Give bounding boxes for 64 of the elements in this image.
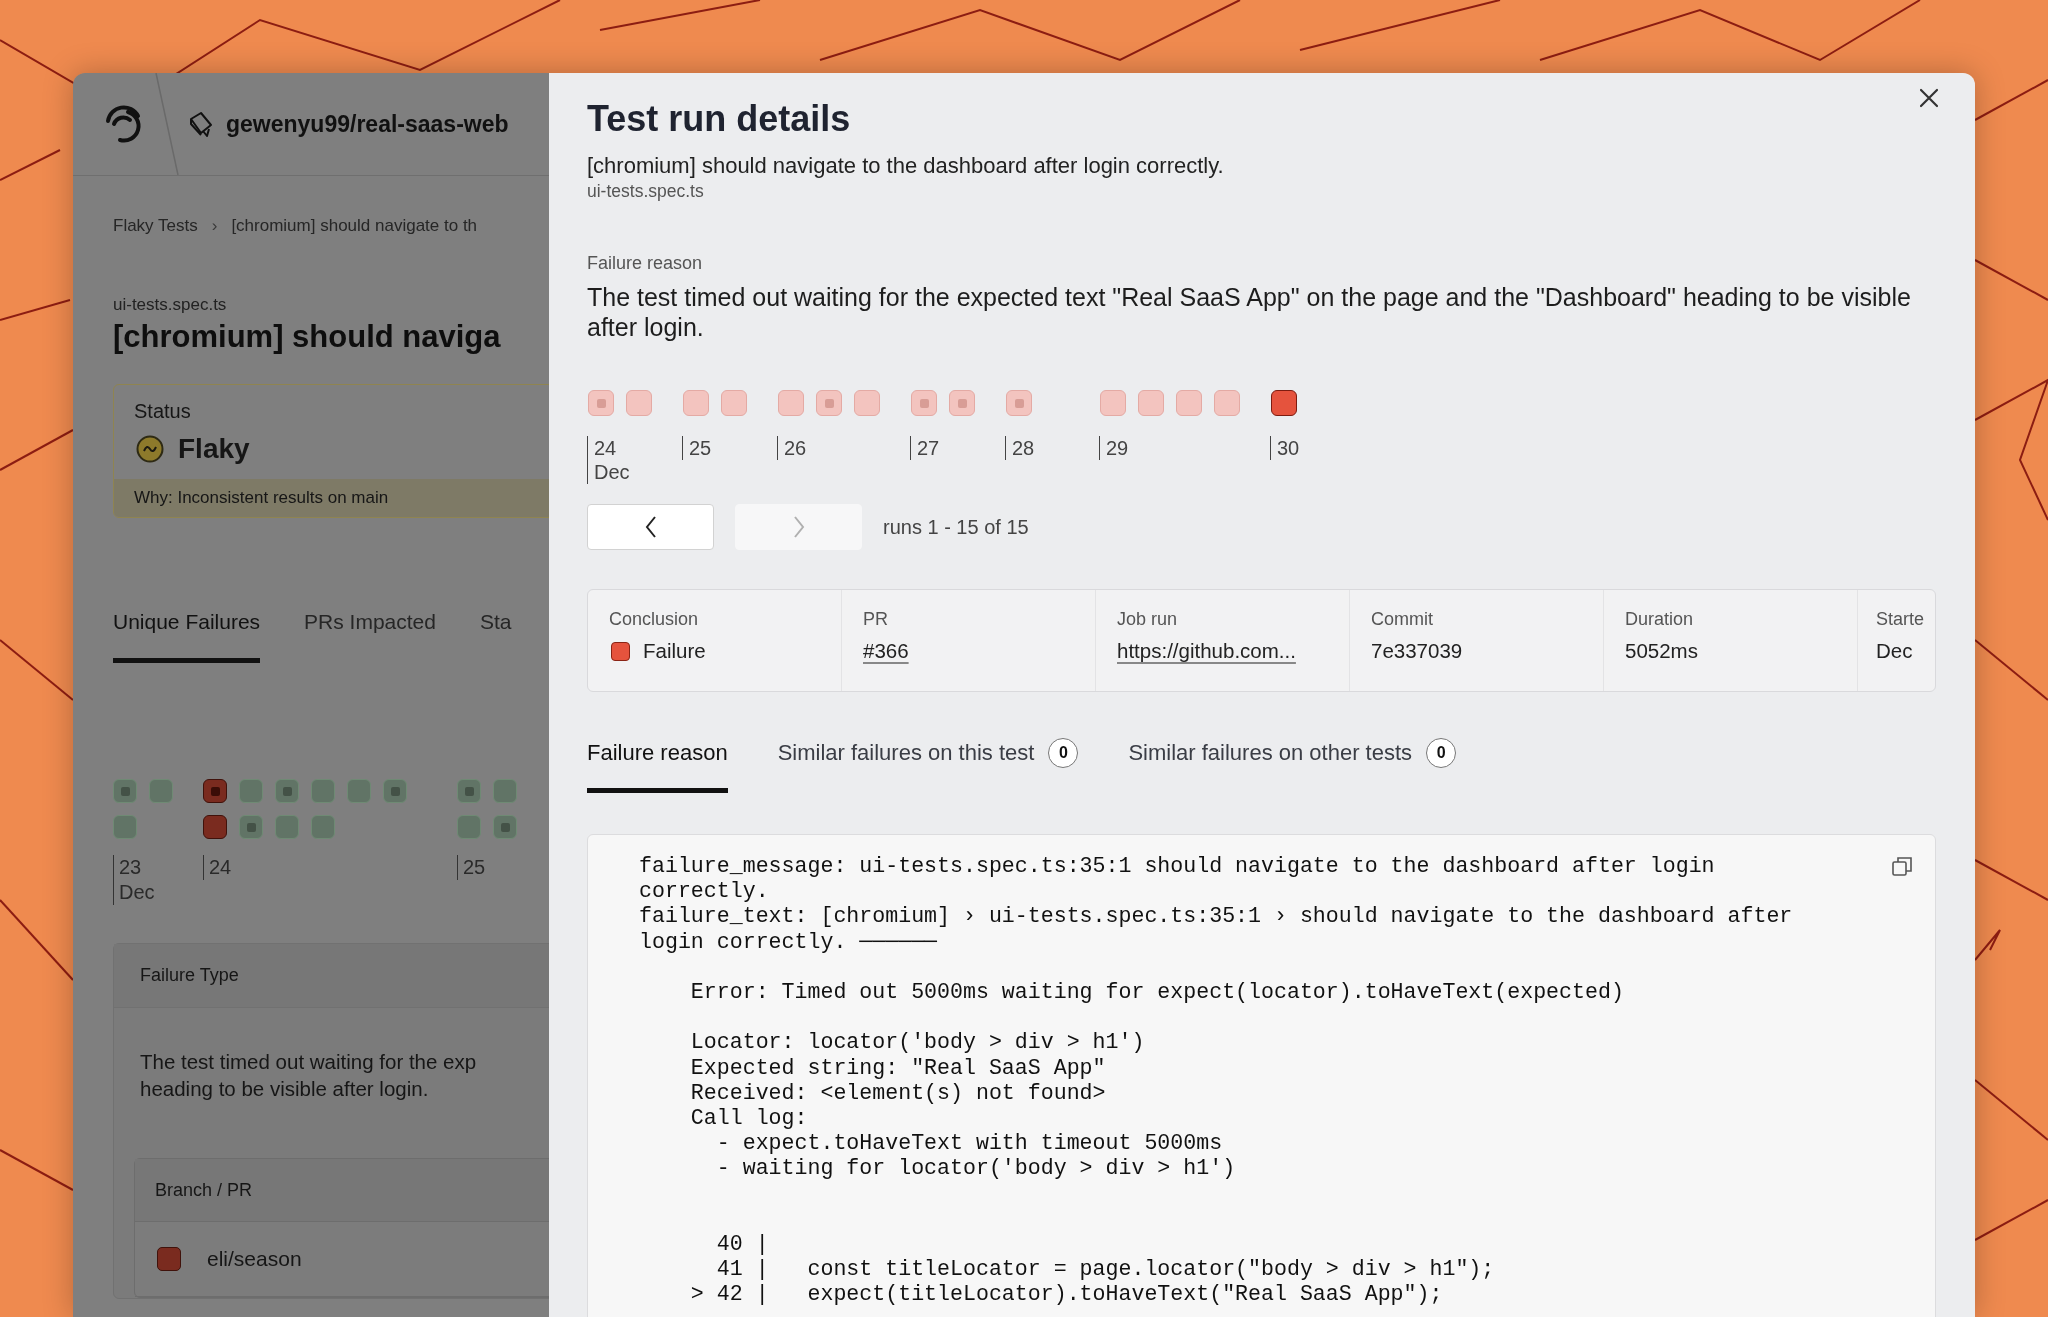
- status-reason: Why: Inconsistent results on main: [114, 479, 549, 517]
- date-label: 25: [689, 436, 713, 460]
- detail-value: 5052ms: [1625, 639, 1698, 663]
- tab[interactable]: Unique Failures: [113, 610, 261, 663]
- failure-reason-text: The test timed out waiting for the expected text "Real SaaS App" on the page and the "Dashboard" heading to be visible after login.: [587, 282, 1912, 342]
- month-label: Dec: [119, 880, 156, 905]
- tab[interactable]: Sta: [479, 610, 512, 663]
- date-label: 29: [1106, 436, 1130, 460]
- count-badge: 0: [1048, 738, 1079, 768]
- chevron-left-icon: [643, 515, 658, 539]
- detail-label: Conclusion: [609, 608, 700, 630]
- close-icon: [1918, 87, 1940, 109]
- detail-link[interactable]: #366: [863, 639, 909, 663]
- tab[interactable]: Similar failures on other tests 0: [1128, 738, 1457, 793]
- previous-button[interactable]: [587, 504, 714, 550]
- date-label: 27: [917, 436, 941, 460]
- branch-name[interactable]: eli/season: [207, 1247, 302, 1271]
- run-square[interactable]: [203, 815, 227, 839]
- section-label: Failure reason: [587, 252, 704, 274]
- detail-value: 7e337039: [1371, 639, 1463, 663]
- file-name: ui-tests.spec.ts: [587, 180, 705, 202]
- detail-label: PR: [863, 608, 889, 630]
- logo-icon: [104, 104, 144, 144]
- test-name: [chromium] should navigate to the dashboard after login correctly.: [587, 152, 1225, 180]
- dialog-title: Test run details: [587, 97, 851, 141]
- date-label: 26: [784, 436, 808, 460]
- detail-label: Commit: [1371, 608, 1434, 630]
- breadcrumb-separator: ›: [211, 216, 218, 236]
- detail-label: Starte: [1876, 608, 1926, 630]
- chevron-right-icon: [791, 515, 806, 539]
- date-label: 25: [463, 855, 487, 880]
- detail-value: Failure: [643, 639, 706, 663]
- table-header: Branch / PR: [135, 1159, 549, 1222]
- date-label: 23: [119, 855, 143, 880]
- failure-description: The test timed out waiting for the exp heading to be visible after login.: [139, 1049, 478, 1102]
- card-header: Failure Type: [114, 944, 549, 1008]
- date-label: 30: [1277, 436, 1301, 460]
- detail-label: Job run: [1117, 608, 1179, 630]
- file-name: ui-tests.spec.ts: [113, 295, 228, 315]
- date-label: 28: [1012, 436, 1036, 460]
- detail-label: Duration: [1625, 608, 1695, 630]
- date-label: 24: [594, 436, 618, 460]
- copy-icon: [1891, 855, 1913, 877]
- breadcrumb-link[interactable]: [chromium] should navigate to th: [231, 216, 478, 236]
- error-log: failure_message: ui-tests.spec.ts:35:1 should navigate to the dashboard after login correctly. failure_text: [chromium] › ui-tests.spec.ts:35:1 › should navigate to the dashboard after login correctly. ────── Error: Timed out 5000ms waiting for expect(locator).toHaveText(expected) Locator: locator('body > div > h1') Expected string: "Real SaaS App" Received: <element(s) not found> Call log: - expect.toHaveText with timeout 5000ms - waiting for locator('body > div > h1') 40 | 41 | const titleLocator = page.locator("body > div > h1"); > 42 | expect(titleLocator).toHaveText("Real SaaS App");: [639, 854, 1793, 1309]
- breadcrumb-link[interactable]: Flaky Tests: [113, 216, 198, 236]
- tab[interactable]: Failure reason: [587, 738, 728, 793]
- test-title: [chromium] should naviga: [113, 318, 502, 356]
- detail-link[interactable]: https://github.com...: [1117, 639, 1296, 663]
- detail-value: Dec: [1876, 639, 1913, 663]
- flaky-status-icon: [136, 435, 164, 463]
- tab[interactable]: Similar failures on this test 0: [777, 738, 1079, 793]
- month-label: Dec: [594, 460, 631, 484]
- date-label: 24: [209, 855, 233, 880]
- status-value: Flaky: [178, 433, 250, 465]
- status-label: Status: [133, 399, 192, 423]
- book-icon: [188, 111, 214, 137]
- run-square[interactable]: [1271, 390, 1297, 416]
- run-square[interactable]: [203, 779, 227, 803]
- pagination-text: runs 1 - 15 of 15: [883, 515, 1029, 539]
- copy-button[interactable]: [1891, 855, 1913, 877]
- repo-name[interactable]: gewenyu99/real-saas-web: [226, 110, 509, 138]
- count-badge: 0: [1426, 738, 1457, 768]
- tab[interactable]: PRs Impacted: [304, 610, 436, 663]
